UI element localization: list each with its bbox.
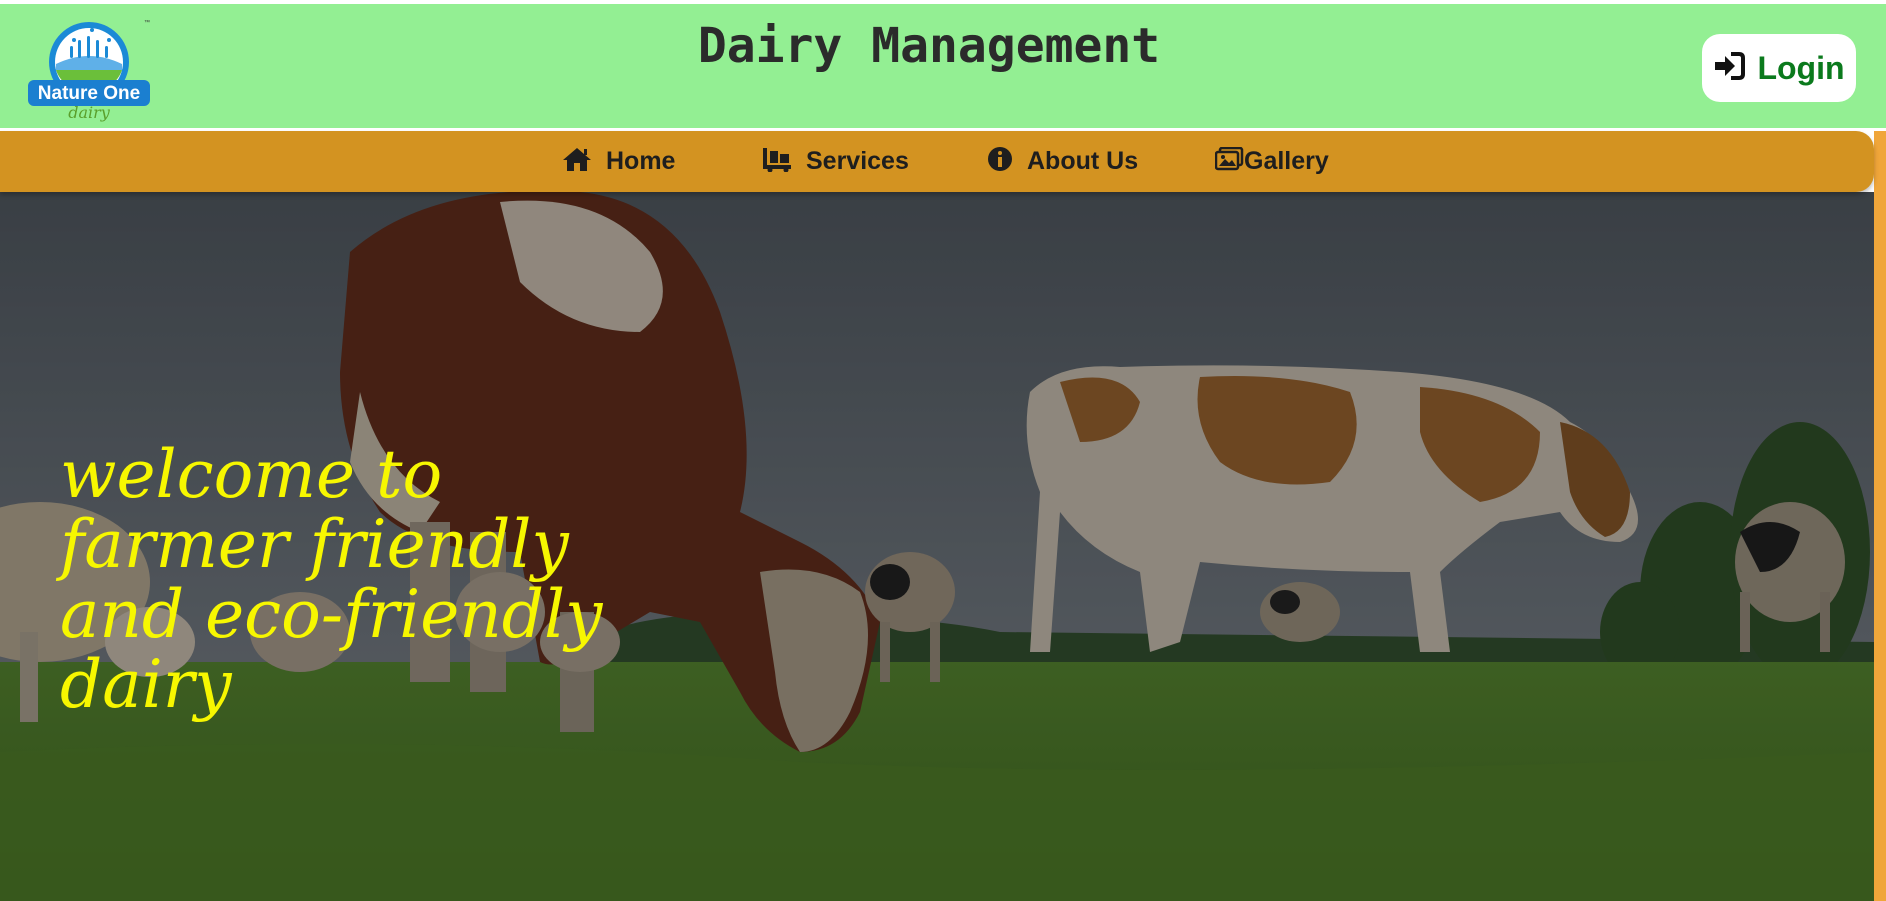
sign-in-icon (1713, 51, 1746, 85)
site-title: Dairy Management (697, 18, 1161, 74)
nav-item-gallery[interactable]: Gallery (1214, 131, 1329, 192)
nav-item-about-us[interactable]: About Us (987, 131, 1138, 192)
svg-text:Nature One: Nature One (38, 83, 140, 104)
main-nav: Home Services About Us Gallery (0, 131, 1874, 192)
nav-label-gallery: Gallery (1244, 147, 1329, 175)
page: ™ Nature One dairy Dairy Management Logi… (0, 0, 1886, 901)
header: ™ Nature One dairy Dairy Management Logi… (0, 4, 1886, 128)
home-icon (562, 146, 592, 177)
svg-text:dairy: dairy (68, 103, 111, 122)
nav-label-services: Services (806, 147, 909, 175)
dolly-icon (762, 146, 792, 177)
hero-headline: welcome to farmer friendly and eco-frien… (60, 436, 603, 723)
nav-item-home[interactable]: Home (562, 131, 675, 192)
login-label: Login (1757, 49, 1845, 86)
nav-label-about-us: About Us (1027, 147, 1139, 175)
accent-bar (1874, 131, 1886, 901)
nav-item-services[interactable]: Services (762, 131, 909, 192)
info-circle-icon (987, 146, 1013, 177)
login-button[interactable]: Login (1702, 34, 1856, 102)
nav-label-home: Home (606, 147, 676, 175)
images-icon (1214, 146, 1244, 176)
